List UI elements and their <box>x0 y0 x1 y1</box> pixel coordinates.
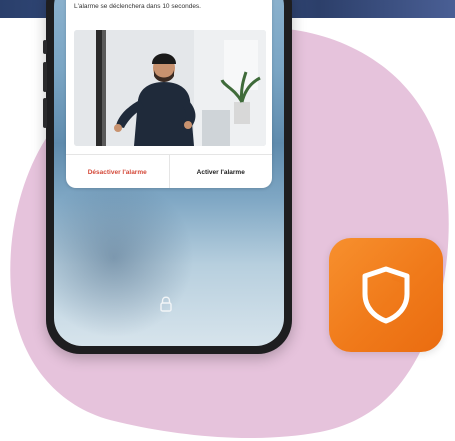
phone-screen: L'alarme se déclenchera dans 10 secondes… <box>54 0 284 346</box>
notification-message: L'alarme se déclenchera dans 10 secondes… <box>74 3 201 10</box>
promo-illustration: L'alarme se déclenchera dans 10 secondes… <box>0 0 455 441</box>
camera-snapshot <box>74 30 266 146</box>
screen-glow <box>54 178 194 338</box>
enable-alarm-button[interactable]: Activer l'alarme <box>170 155 273 188</box>
phone-side-button <box>43 40 47 54</box>
phone-side-button <box>43 62 47 92</box>
disable-alarm-button[interactable]: Désactiver l'alarme <box>66 155 170 188</box>
notification-actions: Désactiver l'alarme Activer l'alarme <box>66 154 272 188</box>
shield-icon <box>362 266 410 324</box>
intruder-photo <box>74 30 266 146</box>
phone-mockup: L'alarme se déclenchera dans 10 secondes… <box>43 0 292 354</box>
app-icon <box>329 238 443 352</box>
phone-side-button <box>43 98 47 128</box>
notification-card[interactable]: L'alarme se déclenchera dans 10 secondes… <box>66 0 272 188</box>
lock-icon <box>160 296 172 312</box>
